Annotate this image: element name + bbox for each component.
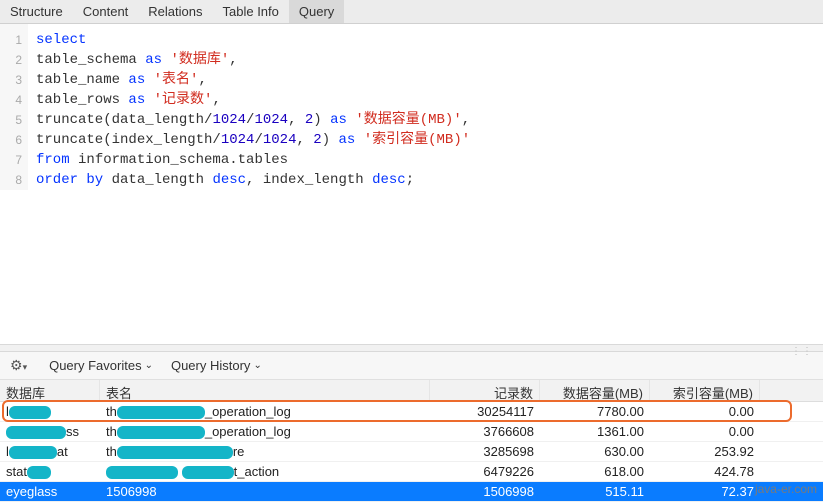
table-row[interactable]: eyeglass15069981506998515.1172.37 <box>0 482 823 502</box>
col-db[interactable]: 数据库 <box>0 380 100 401</box>
table-row[interactable]: ssth_operation_log37666081361.000.00 <box>0 422 823 442</box>
query-favorites-label: Query Favorites <box>49 358 141 373</box>
sql-editor[interactable]: 12345678 selecttable_schema as '数据库',tab… <box>0 24 823 344</box>
tab-structure[interactable]: Structure <box>0 0 73 23</box>
gear-icon[interactable]: ⚙▾ <box>6 357 31 374</box>
sql-code[interactable]: selecttable_schema as '数据库',table_name a… <box>30 24 823 196</box>
results-toolbar: ⚙▾ Query Favorites ⌄ Query History ⌄ <box>0 352 823 380</box>
tab-bar: StructureContentRelationsTable InfoQuery <box>0 0 823 24</box>
query-history-dropdown[interactable]: Query History ⌄ <box>171 358 262 373</box>
grip-icon: ⋮⋮ <box>791 346 813 357</box>
query-history-label: Query History <box>171 358 250 373</box>
tab-content[interactable]: Content <box>73 0 139 23</box>
col-data-size[interactable]: 数据容量(MB) <box>540 380 650 401</box>
col-index-size[interactable]: 索引容量(MB) <box>650 380 760 401</box>
grid-header: 数据库 表名 记录数 数据容量(MB) 索引容量(MB) <box>0 380 823 402</box>
col-rows[interactable]: 记录数 <box>430 380 540 401</box>
table-row[interactable]: latthre3285698630.00253.92 <box>0 442 823 462</box>
line-gutter: 12345678 <box>0 24 28 190</box>
table-row[interactable]: stat t_action6479226618.00424.78 <box>0 462 823 482</box>
tab-query[interactable]: Query <box>289 0 344 23</box>
table-row[interactable]: lth_operation_log302541177780.000.00 <box>0 402 823 422</box>
col-table[interactable]: 表名 <box>100 380 430 401</box>
tab-relations[interactable]: Relations <box>138 0 212 23</box>
tab-table-info[interactable]: Table Info <box>213 0 289 23</box>
chevron-down-icon: ⌄ <box>253 360 261 371</box>
results-grid: 数据库 表名 记录数 数据容量(MB) 索引容量(MB) lth_operati… <box>0 380 823 502</box>
chevron-down-icon: ⌄ <box>145 360 153 371</box>
query-favorites-dropdown[interactable]: Query Favorites ⌄ <box>49 358 153 373</box>
pane-splitter[interactable]: ⋮⋮ <box>0 344 823 352</box>
